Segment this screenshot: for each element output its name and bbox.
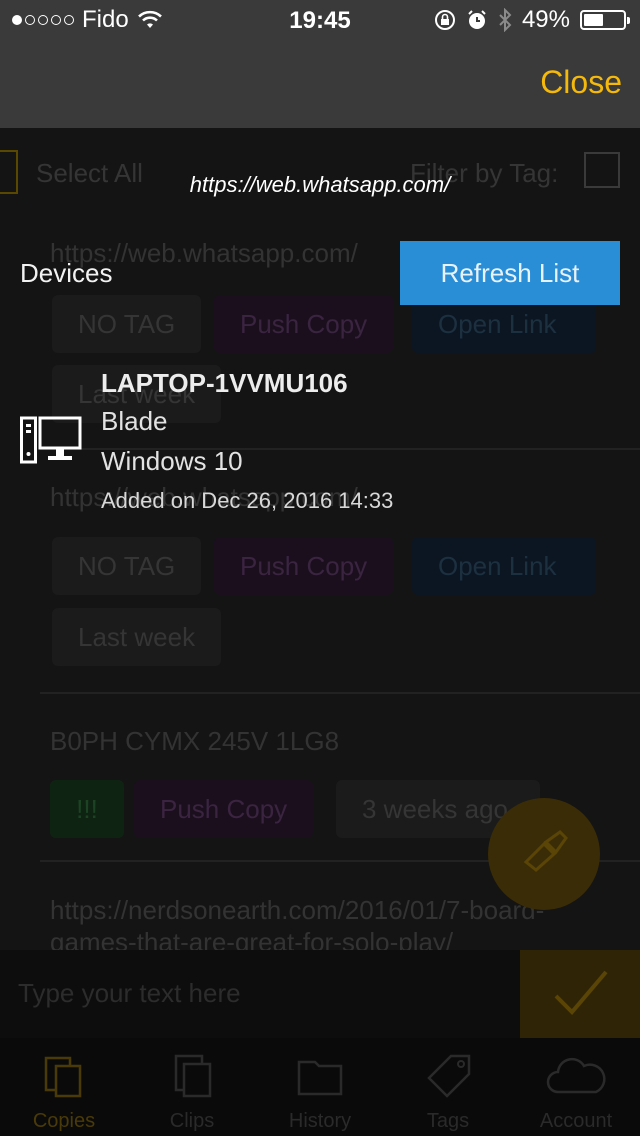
battery-percent: 49% bbox=[521, 6, 570, 33]
device-list-item[interactable]: LAPTOP-1VVMU106 Blade Windows 10 Added o… bbox=[0, 364, 640, 524]
cloud-icon bbox=[546, 1057, 606, 1094]
device-added-date: Added on Dec 26, 2016 14:33 bbox=[101, 488, 394, 513]
tab-copies[interactable]: Copies bbox=[0, 1038, 128, 1136]
push-fab-button[interactable] bbox=[488, 798, 600, 910]
submit-button[interactable] bbox=[520, 950, 640, 1038]
tab-label: Copies bbox=[32, 1110, 96, 1132]
tag-chip[interactable]: NO TAG bbox=[52, 537, 202, 595]
bluetooth-icon bbox=[499, 8, 512, 32]
time-chip: Last week bbox=[52, 608, 222, 666]
tab-tags[interactable]: Tags bbox=[384, 1038, 512, 1136]
device-os: Windows 10 bbox=[101, 446, 243, 476]
tab-label: Clips bbox=[169, 1110, 215, 1132]
tag-icon bbox=[427, 1054, 471, 1098]
battery-icon bbox=[580, 10, 630, 30]
push-copy-button[interactable]: Push Copy bbox=[134, 780, 314, 838]
tab-label: History bbox=[288, 1110, 352, 1132]
tab-clips[interactable]: Clips bbox=[128, 1038, 256, 1136]
devices-heading: Devices bbox=[20, 258, 113, 288]
text-input[interactable]: Type your text here bbox=[18, 978, 241, 1009]
status-icons: 49% bbox=[434, 6, 630, 34]
tab-label: Tags bbox=[426, 1110, 470, 1132]
tab-bar: Copies Clips History Tags Account bbox=[0, 1038, 640, 1136]
tab-account[interactable]: Account bbox=[512, 1038, 640, 1136]
flashlight-icon bbox=[523, 830, 568, 872]
alarm-icon bbox=[468, 10, 486, 29]
refresh-list-button[interactable]: Refresh List bbox=[400, 241, 620, 305]
tag-chip[interactable]: !!! bbox=[50, 780, 124, 838]
open-link-button[interactable]: Open Link bbox=[412, 537, 596, 595]
close-button[interactable]: Close bbox=[540, 64, 622, 101]
list-item[interactable]: B0PH CYMX 245V 1LG8 bbox=[50, 726, 640, 757]
computer-icon bbox=[20, 416, 82, 464]
tab-label: Account bbox=[539, 1110, 613, 1132]
clip-url: https://web.whatsapp.com/ bbox=[189, 172, 451, 197]
clips-icon bbox=[174, 1054, 212, 1098]
device-model: Blade bbox=[101, 406, 168, 436]
nav-bar: Close bbox=[0, 40, 640, 128]
clip-text: B0PH CYMX 245V 1LG8 bbox=[50, 726, 340, 756]
status-bar: Fido 19:45 49% bbox=[0, 0, 640, 40]
divider bbox=[40, 692, 640, 694]
checkmark-icon bbox=[554, 970, 608, 1015]
folder-icon bbox=[297, 1060, 343, 1096]
text-input-bar: Type your text here bbox=[0, 950, 640, 1038]
tag-chip[interactable]: NO TAG bbox=[52, 295, 202, 353]
rotation-lock-icon bbox=[434, 10, 455, 30]
copies-icon bbox=[44, 1056, 82, 1098]
tab-history[interactable]: History bbox=[256, 1038, 384, 1136]
push-copy-button[interactable]: Push Copy bbox=[214, 295, 394, 353]
push-copy-button[interactable]: Push Copy bbox=[214, 537, 394, 595]
device-name: LAPTOP-1VVMU106 bbox=[101, 368, 348, 398]
